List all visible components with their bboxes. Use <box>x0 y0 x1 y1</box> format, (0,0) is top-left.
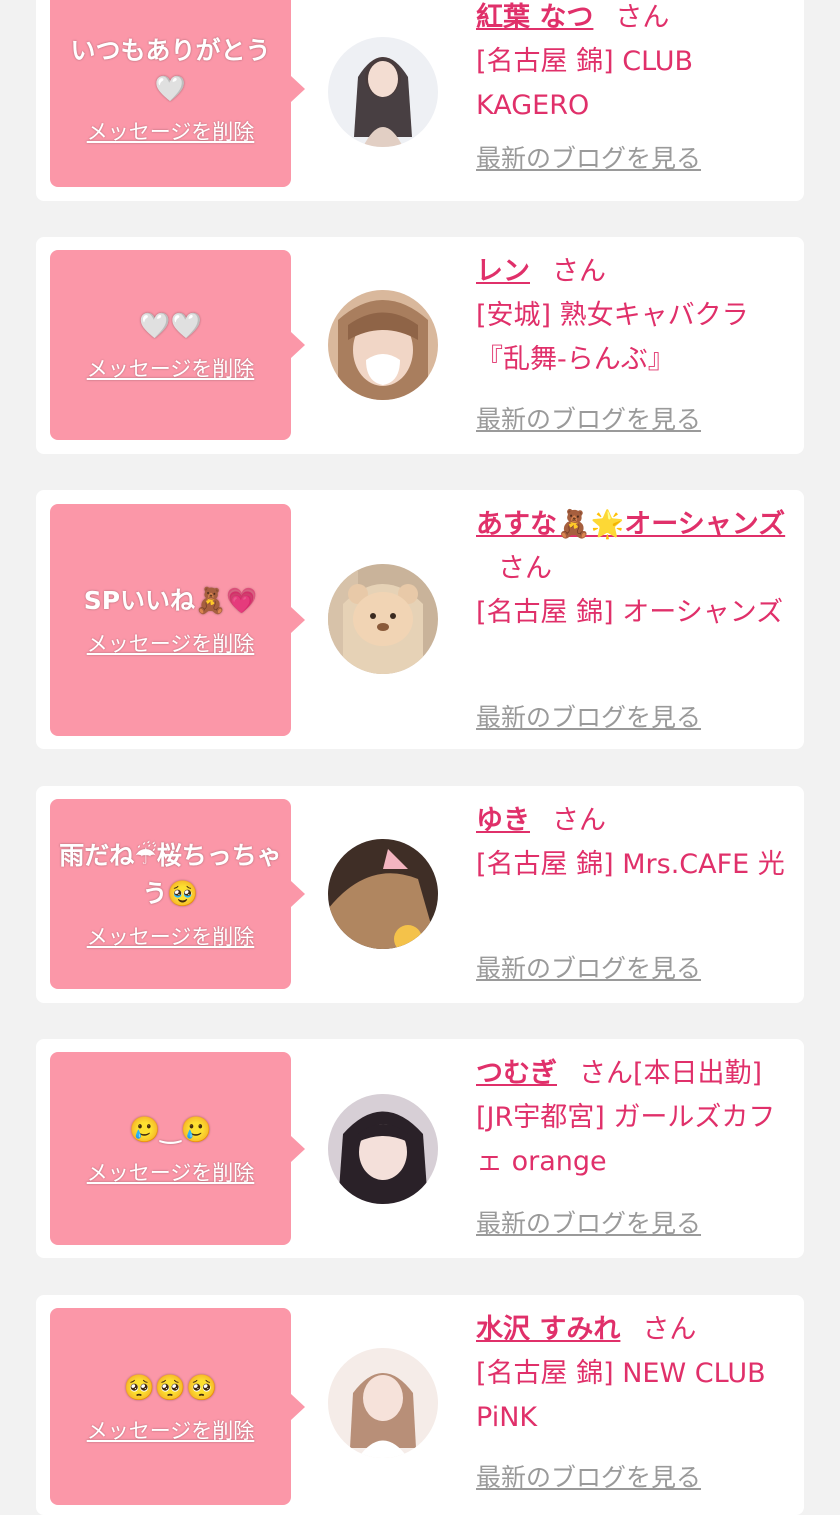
sender-name-link[interactable]: ゆき <box>476 805 530 836</box>
message-bubble: 🥲‿🥲 メッセージを削除 <box>50 1052 291 1245</box>
latest-blog-link[interactable]: 最新のブログを見る <box>476 1456 701 1500</box>
avatar-image <box>328 564 438 674</box>
latest-blog-link[interactable]: 最新のブログを見る <box>476 1202 701 1246</box>
sender-info: レン さん [安城] 熟女キャバクラ『乱舞-らんぶ』 最新のブログを見る <box>476 250 792 434</box>
shop-name: [JR宇都宮] ガールズカフェ orange <box>476 1102 776 1177</box>
sender-name-link[interactable]: つむぎ <box>476 1058 557 1089</box>
message-card: 🥲‿🥲 メッセージを削除 つむぎ さん[本日出勤] [JR宇都宮] ガールズカフェ… <box>36 1039 804 1258</box>
message-card: 🤍🤍 メッセージを削除 レン さん [安城] 熟女キャバクラ『乱舞-らんぶ』 最新… <box>36 237 804 454</box>
sender-info: つむぎ さん[本日出勤] [JR宇都宮] ガールズカフェ orange 最新のブロ… <box>476 1052 792 1238</box>
shop-name: [安城] 熟女キャバクラ『乱舞-らんぶ』 <box>476 300 749 375</box>
delete-message-link[interactable]: メッセージを削除 <box>87 353 255 383</box>
avatar[interactable] <box>328 37 438 147</box>
avatar-image <box>328 839 438 949</box>
latest-blog-link[interactable]: 最新のブログを見る <box>476 696 701 740</box>
message-text: 🤍🤍 <box>139 311 202 340</box>
avatar[interactable] <box>328 1094 438 1204</box>
delete-message-link[interactable]: メッセージを削除 <box>87 628 255 658</box>
honorific: さん <box>552 805 606 836</box>
avatar[interactable] <box>328 290 438 400</box>
shop-name: [名古屋 錦] Mrs.CAFE 光 <box>476 849 785 880</box>
sender-name-link[interactable]: レン <box>476 256 530 287</box>
sender-info: あすな🧸🌟オーシャンズさん [名古屋 錦] オーシャンズ 最新のブログを見る <box>476 503 792 732</box>
sender-name-link[interactable]: 紅葉 なつ <box>476 2 593 33</box>
shop-name: [名古屋 錦] CLUB KAGERO <box>476 46 694 121</box>
sender-info: 水沢 すみれ さん [名古屋 錦] NEW CLUB PiNK 最新のブログを見る <box>476 1308 792 1492</box>
honorific: さん[本日出勤] <box>579 1058 763 1089</box>
delete-message-link[interactable]: メッセージを削除 <box>87 1157 255 1187</box>
honorific: さん <box>615 2 670 33</box>
message-card: SPいいね🧸💗 メッセージを削除 あすな🧸🌟オーシャンズさん [名古屋 錦] オ… <box>36 490 804 749</box>
avatar[interactable] <box>328 1348 438 1458</box>
avatar-image <box>328 290 438 400</box>
latest-blog-link[interactable]: 最新のブログを見る <box>476 398 701 442</box>
message-bubble: 雨だね☔桜ちっちゃう🥹 メッセージを削除 <box>50 799 291 989</box>
avatar-image <box>328 1348 438 1458</box>
sender-info: ゆき さん [名古屋 錦] Mrs.CAFE 光 最新のブログを見る <box>476 799 792 983</box>
message-card: 雨だね☔桜ちっちゃう🥹 メッセージを削除 ゆき さん [名古屋 錦] Mrs.CA… <box>36 786 804 1003</box>
avatar-image <box>328 1094 438 1204</box>
honorific: さん <box>642 1314 697 1345</box>
sender-name-link[interactable]: 水沢 すみれ <box>476 1314 620 1345</box>
message-bubble: 🥺🥺🥺 メッセージを削除 <box>50 1308 291 1505</box>
shop-name: [名古屋 錦] NEW CLUB PiNK <box>476 1358 766 1433</box>
message-text: SPいいね🧸💗 <box>83 586 258 615</box>
message-bubble: SPいいね🧸💗 メッセージを削除 <box>50 504 291 736</box>
message-bubble: 🤍🤍 メッセージを削除 <box>50 250 291 440</box>
message-text: 雨だね☔桜ちっちゃう🥹 <box>59 841 282 908</box>
message-card: いつもありがとう🤍 メッセージを削除 紅葉 なつ さん [名古屋 錦] CLUB … <box>36 0 804 201</box>
message-text: 🥲‿🥲 <box>129 1114 212 1144</box>
latest-blog-link[interactable]: 最新のブログを見る <box>476 137 701 181</box>
honorific: さん <box>552 256 606 287</box>
sender-name-link[interactable]: あすな🧸🌟オーシャンズ <box>476 509 785 540</box>
delete-message-link[interactable]: メッセージを削除 <box>87 1415 255 1445</box>
delete-message-link[interactable]: メッセージを削除 <box>87 921 255 951</box>
shop-name: [名古屋 錦] オーシャンズ <box>476 597 784 628</box>
latest-blog-link[interactable]: 最新のブログを見る <box>476 947 701 991</box>
message-text: いつもありがとう🤍 <box>70 35 271 103</box>
sender-info: 紅葉 なつ さん [名古屋 錦] CLUB KAGERO 最新のブログを見る <box>476 0 792 173</box>
message-text: 🥺🥺🥺 <box>123 1372 218 1402</box>
message-card: 🥺🥺🥺 メッセージを削除 水沢 すみれ さん [名古屋 錦] NEW CLUB P… <box>36 1295 804 1515</box>
avatar[interactable] <box>328 839 438 949</box>
avatar-image <box>328 37 438 147</box>
avatar[interactable] <box>328 564 438 674</box>
delete-message-link[interactable]: メッセージを削除 <box>87 116 255 146</box>
honorific: さん <box>498 553 552 584</box>
message-bubble: いつもありがとう🤍 メッセージを削除 <box>50 0 291 187</box>
